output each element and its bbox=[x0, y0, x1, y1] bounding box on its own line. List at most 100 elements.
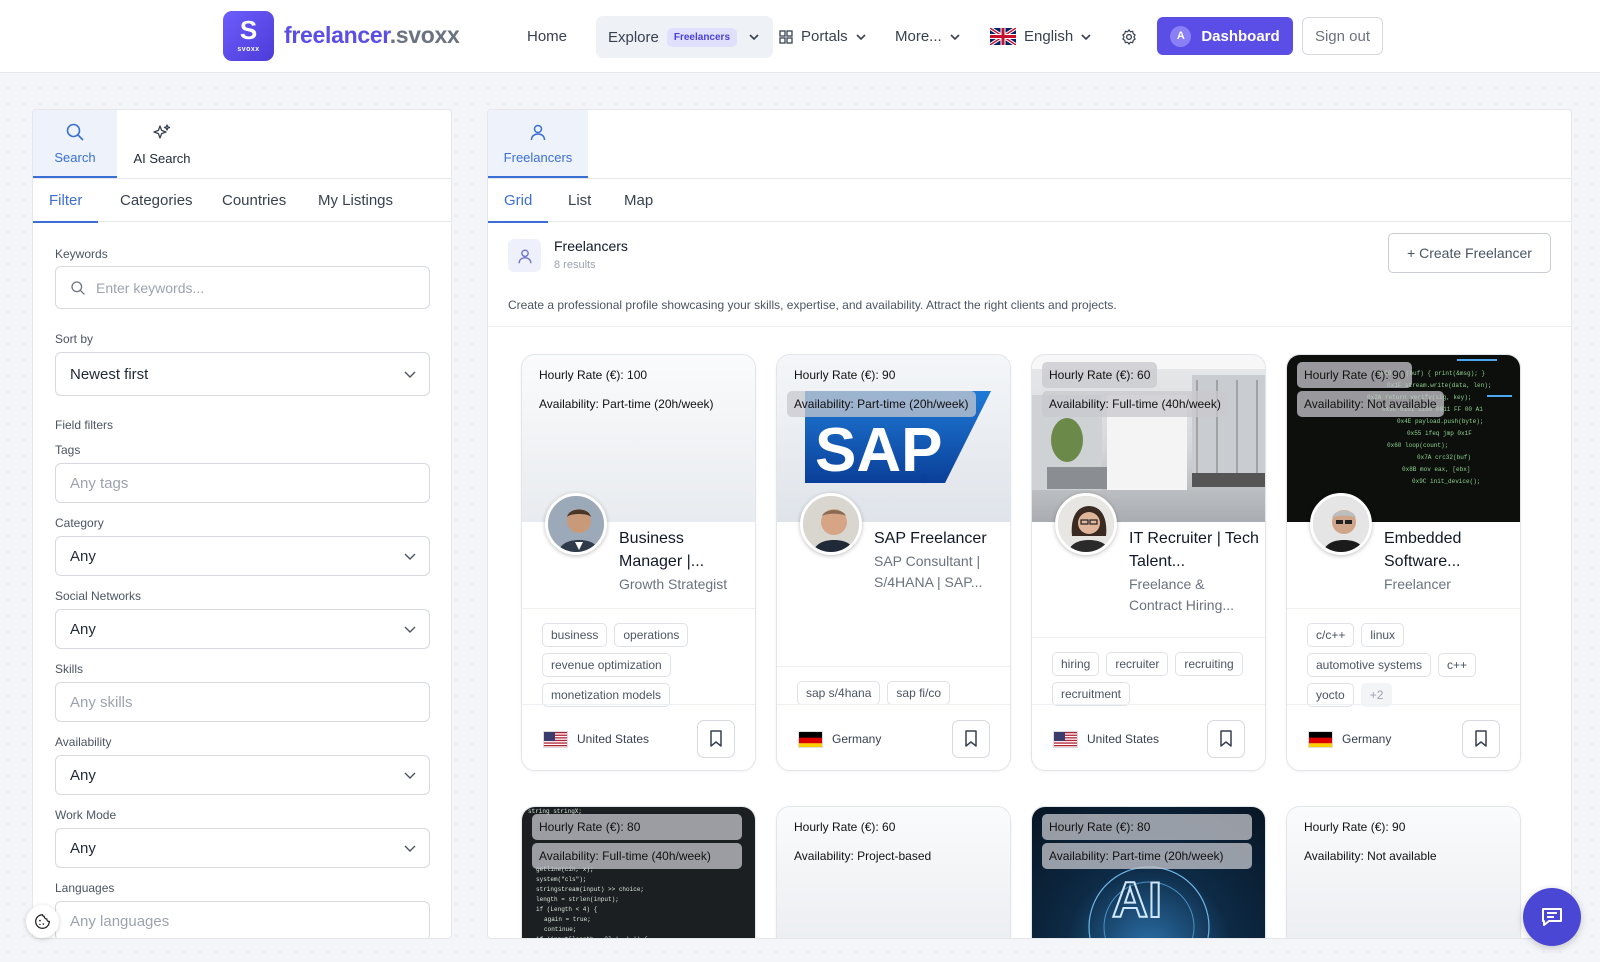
freelancer-title: Freelance & Contract Hiring... bbox=[1129, 576, 1235, 613]
hourly-rate: Hourly Rate (€): 60 bbox=[1042, 362, 1158, 388]
category-select[interactable]: Any bbox=[55, 536, 430, 576]
card-footer: United States bbox=[1032, 704, 1265, 770]
tab-categories[interactable]: Categories bbox=[117, 179, 196, 223]
mode-tab-search[interactable]: Search bbox=[33, 110, 117, 178]
tab-countries[interactable]: Countries bbox=[219, 179, 289, 223]
avatar[interactable] bbox=[1055, 493, 1117, 555]
card-footer: Germany bbox=[777, 704, 1010, 770]
freelancer-name: SAP Freelancer bbox=[874, 530, 987, 547]
avatar[interactable] bbox=[800, 493, 862, 555]
chevron-down-icon bbox=[1081, 33, 1091, 40]
chat-button[interactable] bbox=[1523, 888, 1581, 946]
freelancer-card[interactable]: SAP ® Hourly Rate (€): 90 Availability: P… bbox=[776, 354, 1011, 771]
freelancer-card[interactable]: Hourly Rate (€): 90 Availability: Not av… bbox=[1286, 806, 1521, 938]
tag[interactable]: linux bbox=[1361, 623, 1405, 647]
svg-text:AI: AI bbox=[1112, 872, 1162, 928]
tag-list: hiring recruiter recruiting recruitment bbox=[1032, 637, 1265, 706]
bookmark-button[interactable] bbox=[697, 720, 735, 758]
social-networks-select[interactable]: Any bbox=[55, 609, 430, 649]
language-selector[interactable]: English bbox=[990, 16, 1093, 57]
tag[interactable]: sap fi/co bbox=[887, 681, 951, 705]
tag[interactable]: automotive systems bbox=[1307, 653, 1432, 677]
work-mode-label: Work Mode bbox=[55, 808, 117, 822]
freelancer-card[interactable]: string stringX; getline(cin, x); system("c… bbox=[521, 806, 756, 938]
tag[interactable]: business bbox=[542, 623, 608, 647]
bookmark-button[interactable] bbox=[952, 720, 990, 758]
keywords-label: Keywords bbox=[55, 247, 108, 261]
freelancer-card[interactable]: 0x00 if (buf) { print(&msg); } 0x1F strea… bbox=[1286, 354, 1521, 771]
availability: Availability: Part-time (20h/week) bbox=[787, 391, 976, 417]
bookmark-icon bbox=[710, 730, 722, 747]
tag[interactable]: recruiter bbox=[1106, 652, 1169, 676]
sign-out-button[interactable]: Sign out bbox=[1302, 17, 1383, 55]
us-flag-icon bbox=[543, 731, 568, 748]
de-flag-icon bbox=[798, 731, 823, 748]
create-freelancer-button[interactable]: + Create Freelancer bbox=[1388, 233, 1551, 273]
svg-text:stringstream(input) >> choice;: stringstream(input) >> choice; bbox=[536, 886, 644, 893]
svg-text:continue;: continue; bbox=[544, 926, 576, 933]
tag[interactable]: revenue optimization bbox=[542, 653, 671, 677]
svg-text:0x60 loop(count);: 0x60 loop(count); bbox=[1387, 442, 1448, 449]
settings-button[interactable] bbox=[1120, 16, 1138, 57]
explore-badge: Freelancers bbox=[666, 27, 738, 47]
freelancer-card[interactable]: AI Hourly Rate (€): 80 Availability: Par… bbox=[1031, 806, 1266, 938]
hourly-rate: Hourly Rate (€): 90 bbox=[1304, 820, 1406, 834]
keywords-input[interactable]: Enter keywords... bbox=[55, 266, 430, 309]
tag[interactable]: sap s/4hana bbox=[797, 681, 881, 705]
hourly-rate: Hourly Rate (€): 60 bbox=[794, 820, 896, 834]
tab-grid[interactable]: Grid bbox=[488, 179, 549, 223]
tag[interactable]: operations bbox=[614, 623, 689, 647]
hourly-rate: Hourly Rate (€): 80 bbox=[1042, 814, 1252, 840]
mode-tab-ai-search[interactable]: AI Search bbox=[117, 110, 207, 178]
tab-list[interactable]: List bbox=[565, 179, 594, 223]
cookie-settings-button[interactable] bbox=[26, 905, 59, 938]
tag[interactable]: recruiting bbox=[1175, 652, 1243, 676]
tags-input[interactable]: Any tags bbox=[55, 463, 430, 503]
avatar[interactable] bbox=[1310, 493, 1372, 555]
result-count: 8 results bbox=[554, 259, 596, 271]
tab-my-listings[interactable]: My Listings bbox=[315, 179, 396, 223]
nav-explore[interactable]: Explore Freelancers bbox=[596, 16, 774, 58]
availability: Availability: Not available bbox=[1304, 849, 1437, 863]
country: United States bbox=[1087, 732, 1160, 746]
bookmark-button[interactable] bbox=[1462, 720, 1500, 758]
bookmark-button[interactable] bbox=[1207, 720, 1245, 758]
chevron-down-icon bbox=[950, 33, 960, 40]
svg-text:system("cls");: system("cls"); bbox=[536, 876, 586, 883]
tab-map[interactable]: Map bbox=[621, 179, 656, 223]
logo[interactable]: S svoxx bbox=[223, 11, 274, 61]
languages-input[interactable]: Any languages bbox=[55, 901, 430, 938]
top-header: S svoxx freelancer.svoxx Home Explore Fr… bbox=[0, 0, 1600, 73]
tag[interactable]: recruitment bbox=[1052, 682, 1131, 706]
tag[interactable]: c/c++ bbox=[1307, 623, 1355, 647]
chevron-down-icon bbox=[856, 33, 866, 40]
availability-select[interactable]: Any bbox=[55, 755, 430, 795]
avatar: A bbox=[1170, 25, 1192, 47]
nav-home[interactable]: Home bbox=[527, 16, 567, 57]
chevron-down-icon bbox=[404, 845, 416, 852]
nav-portals[interactable]: Portals bbox=[779, 16, 868, 57]
svg-text:0x55 ifeq jmp 0x1F: 0x55 ifeq jmp 0x1F bbox=[1407, 430, 1472, 437]
availability: Availability: Project-based bbox=[794, 849, 932, 863]
mode-tab-freelancers[interactable]: Freelancers bbox=[488, 110, 588, 178]
hourly-rate: Hourly Rate (€): 100 bbox=[539, 368, 648, 382]
dashboard-button[interactable]: A Dashboard bbox=[1157, 17, 1293, 55]
bookmark-icon bbox=[965, 730, 977, 747]
work-mode-select[interactable]: Any bbox=[55, 828, 430, 868]
tab-filter[interactable]: Filter bbox=[33, 179, 99, 223]
skills-input[interactable]: Any skills bbox=[55, 682, 430, 722]
svg-text:®: ® bbox=[919, 471, 929, 486]
freelancer-card[interactable]: Hourly Rate (€): 60 Availability: Full-t… bbox=[1031, 354, 1266, 771]
freelancer-title: SAP Consultant | S/4HANA | SAP... bbox=[874, 553, 983, 590]
list-title: Freelancers bbox=[554, 238, 628, 254]
nav-more[interactable]: More... bbox=[895, 16, 962, 57]
sort-select[interactable]: Newest first bbox=[55, 352, 430, 396]
brand-name[interactable]: freelancer.svoxx bbox=[284, 22, 460, 49]
tag[interactable]: c++ bbox=[1438, 653, 1477, 677]
freelancer-card[interactable]: Hourly Rate (€): 60 Availability: Projec… bbox=[776, 806, 1011, 938]
svg-text:again = true;: again = true; bbox=[544, 916, 591, 923]
tag[interactable]: hiring bbox=[1052, 652, 1100, 676]
avatar[interactable] bbox=[545, 493, 607, 555]
country: United States bbox=[577, 732, 650, 746]
freelancer-card[interactable]: Hourly Rate (€): 100 Availability: Part-… bbox=[521, 354, 756, 771]
